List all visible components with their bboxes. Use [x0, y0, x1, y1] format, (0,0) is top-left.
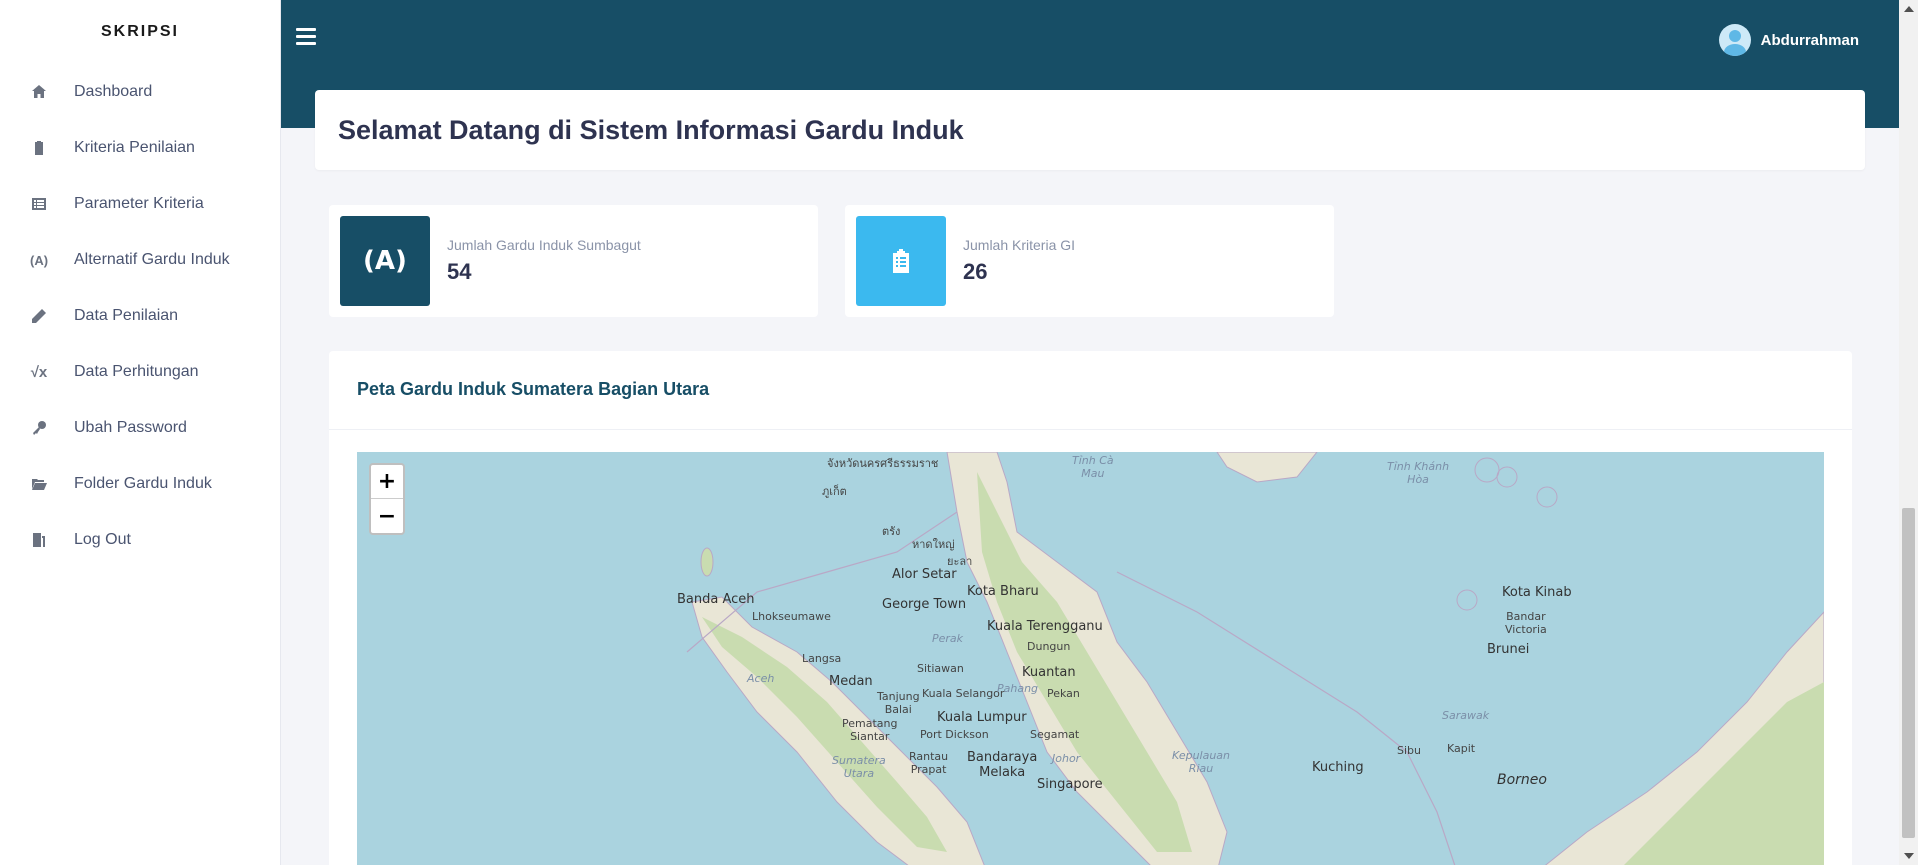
sidebar-item-label: Folder Gardu Induk [74, 475, 212, 492]
scroll-up-icon[interactable] [1904, 6, 1914, 12]
clipboard-icon [30, 139, 48, 157]
brand-title: SKRIPSI [100, 23, 179, 40]
zoom-control: + − [369, 463, 405, 535]
map-label: Rantau Prapat [909, 750, 949, 776]
list-icon [30, 195, 48, 213]
user-menu[interactable]: Abdurrahman [1718, 24, 1859, 56]
sidebar-item-ubah-password[interactable]: Ubah Password [0, 400, 280, 456]
stat-card-kriteria: Jumlah Kriteria GI 26 [845, 205, 1334, 317]
scroll-down-icon[interactable] [1904, 853, 1914, 859]
key-icon [30, 419, 48, 437]
map-label: Sibu [1397, 744, 1421, 757]
stat-card-gardu-induk: (A) Jumlah Gardu Induk Sumbagut 54 [329, 205, 818, 317]
folder-open-icon [30, 475, 48, 493]
map-label: จังหวัดนครศรีธรรมราช [827, 457, 939, 470]
map-label: Langsa [802, 652, 842, 665]
map-label: Kota Kinab [1502, 585, 1572, 600]
zoom-in-button[interactable]: + [371, 465, 403, 499]
map-label: Port Dickson [920, 728, 989, 741]
map-label: Pahang [997, 682, 1039, 695]
map-label: Kota Bharu [967, 584, 1039, 599]
map-label: Pekan [1047, 687, 1080, 700]
sidebar-item-label: Data Penilaian [74, 307, 179, 324]
map-label: Kepulauan Riau [1172, 749, 1231, 775]
map-label: Lhokseumawe [752, 610, 831, 623]
map-label: Segamat [1030, 728, 1080, 741]
user-name: Abdurrahman [1760, 31, 1859, 49]
map-label: Borneo [1497, 772, 1547, 788]
stat-label: Jumlah Kriteria GI [963, 237, 1076, 253]
sidebar-item-label: Dashboard [74, 83, 153, 100]
map-label: Johor [1052, 752, 1081, 765]
sidebar-item-kriteria-penilaian[interactable]: Kriteria Penilaian [0, 120, 280, 176]
map-label: Pematang Siantar [842, 717, 898, 743]
stat-label: Jumlah Gardu Induk Sumbagut [447, 237, 641, 253]
divider [329, 429, 1852, 430]
map-label: Kuala Selangor [922, 687, 1005, 700]
stat-value: 54 [447, 259, 472, 284]
map-label: ตรัง [882, 525, 901, 538]
sidebar-item-log-out[interactable]: Log Out [0, 512, 280, 568]
sidebar-item-label: Ubah Password [74, 419, 187, 436]
scrollbar[interactable] [1899, 0, 1918, 865]
sidebar-item-label: Parameter Kriteria [74, 195, 204, 212]
map-card: Peta Gardu Induk Sumatera Bagian Utara +… [329, 351, 1852, 865]
map-view[interactable]: + − จังหวัดนครศรีธรรมราช ภูเก็ต ตรัง หาด… [357, 452, 1824, 865]
sidebar-item-label: Log Out [74, 531, 131, 548]
map-label: Kuching [1312, 760, 1364, 775]
sidebar-item-alternatif-gardu-induk[interactable]: (A) Alternatif Gardu Induk [0, 232, 280, 288]
map-label: Kuantan [1022, 665, 1076, 680]
sidebar-item-folder-gardu-induk[interactable]: Folder Gardu Induk [0, 456, 280, 512]
home-icon [30, 83, 48, 101]
door-exit-icon [30, 531, 48, 549]
sidebar-item-dashboard[interactable]: Dashboard [0, 64, 280, 120]
map-label: Tỉnh Cà Mau [1072, 454, 1114, 480]
broadcast-tower-icon: (A) [340, 216, 430, 306]
map-label: Alor Setar [892, 567, 957, 582]
sidebar-item-label: Kriteria Penilaian [74, 139, 195, 156]
map-label: Bandaraya Melaka [967, 750, 1038, 780]
broadcast-tower-icon: (A) [29, 252, 49, 268]
map-label: Banda Aceh [677, 592, 755, 607]
welcome-card: Selamat Datang di Sistem Informasi Gardu… [315, 90, 1865, 170]
map-label: Kuala Terengganu [987, 619, 1103, 634]
sidebar: SKRIPSI Dashboard Kriteria Penilaian Par… [0, 0, 281, 865]
map-card-title: Peta Gardu Induk Sumatera Bagian Utara [357, 379, 710, 399]
map-label: Medan [829, 674, 873, 689]
zoom-out-button[interactable]: − [371, 499, 403, 533]
map-label: Perak [932, 632, 964, 645]
sidebar-item-parameter-kriteria[interactable]: Parameter Kriteria [0, 176, 280, 232]
map-label: Tanjung Balai [877, 690, 920, 716]
map-label: George Town [882, 597, 967, 612]
sidebar-item-data-perhitungan[interactable]: √x Data Perhitungan [0, 344, 280, 400]
map-label: Dungun [1027, 640, 1071, 653]
scroll-thumb[interactable] [1902, 508, 1915, 838]
sidebar-item-data-penilaian[interactable]: Data Penilaian [0, 288, 280, 344]
sidebar-item-label: Alternatif Gardu Induk [74, 251, 230, 268]
map-label: Aceh [747, 672, 775, 685]
map-label: Sarawak [1442, 709, 1490, 722]
map-label: Sumatera Utara [832, 754, 886, 780]
stat-value: 26 [963, 259, 988, 284]
map-label: Sitiawan [917, 662, 964, 675]
map-label: ภูเก็ต [822, 485, 847, 498]
sidebar-item-label: Data Perhitungan [74, 363, 199, 380]
menu-toggle-icon[interactable] [296, 28, 316, 46]
square-root-icon: √x [30, 363, 48, 381]
map-label: Bandar Victoria [1505, 610, 1547, 636]
map-label: Kuala Lumpur [937, 710, 1027, 725]
map-label: หาดใหญ่ [912, 538, 955, 551]
pencil-icon [30, 307, 48, 325]
map-label: Kapit [1447, 742, 1476, 755]
map-label: Brunei [1487, 642, 1530, 657]
map-label: Singapore [1037, 777, 1103, 792]
sidebar-menu: Dashboard Kriteria Penilaian Parameter K… [0, 64, 280, 568]
map-label: Tỉnh Khánh Hòa [1387, 460, 1450, 486]
page-title: Selamat Datang di Sistem Informasi Gardu… [338, 114, 964, 145]
clipboard-list-icon [856, 216, 946, 306]
avatar [1718, 24, 1751, 56]
